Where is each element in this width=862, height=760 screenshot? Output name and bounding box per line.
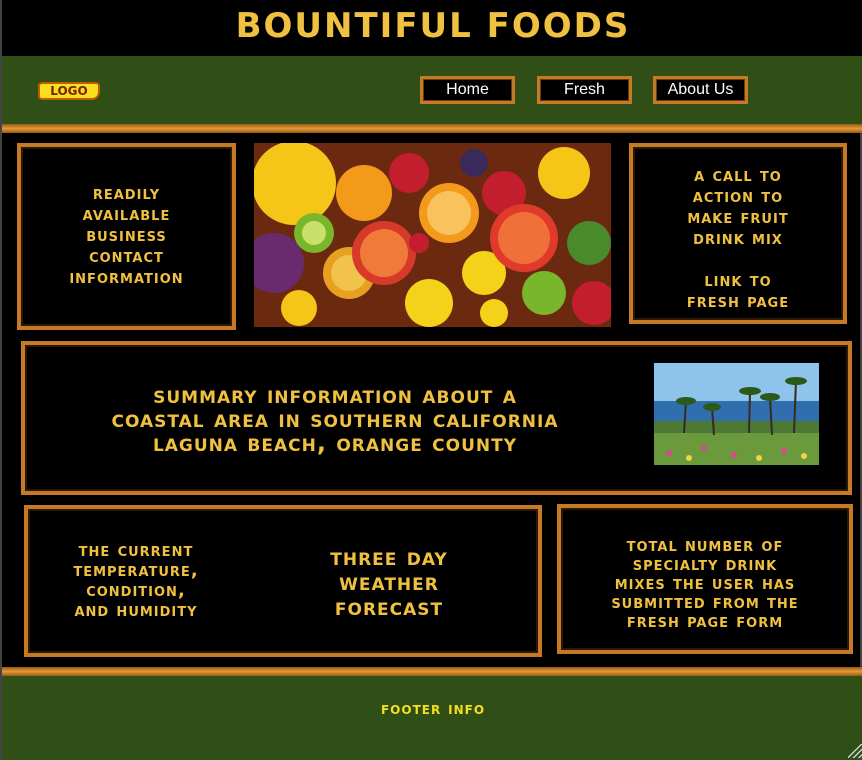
summary-line: coastal area in southern California	[111, 405, 559, 433]
cta-line: drink mix	[693, 228, 783, 249]
footer-text: Footer Info	[380, 699, 486, 719]
contact-line: Information	[69, 267, 184, 288]
drink-count-line: specialty drink	[632, 554, 778, 575]
current-weather-line: condition,	[86, 580, 186, 601]
nav-about-button[interactable]: About Us	[653, 76, 748, 104]
contact-info-panel: Readily Available Business Contact Infor…	[17, 143, 236, 330]
nav-fresh-button[interactable]: Fresh	[537, 76, 632, 104]
fresh-page-link-line[interactable]: Link to	[639, 270, 837, 291]
forecast-line: Three Day	[330, 543, 448, 571]
current-weather-line: and humidity	[74, 600, 198, 621]
page: Bountiful Foods LOGO Home Fresh About Us…	[0, 0, 862, 760]
summary-line: Summary information about a	[153, 381, 517, 409]
weather-panel: The current temperature, condition, and …	[24, 505, 542, 657]
contact-line: Contact	[89, 246, 164, 267]
cta-spacer	[639, 249, 837, 270]
contact-line: Business	[86, 225, 167, 246]
forecast-line: weather	[339, 568, 439, 596]
divider-bottom	[2, 667, 862, 676]
summary-line: Laguna Beach, Orange County	[152, 429, 518, 457]
summary-panel: Summary information about a coastal area…	[21, 341, 852, 495]
drink-count-panel: Total number of specialty drink mixes th…	[557, 504, 853, 654]
cta-line: action to	[692, 186, 784, 207]
beach-image	[654, 363, 819, 465]
main-nav: LOGO Home Fresh About Us	[2, 56, 862, 124]
current-weather-line: The current	[78, 540, 194, 561]
logo[interactable]: LOGO	[38, 82, 100, 100]
drink-count-line: fresh page form	[626, 611, 784, 632]
contact-line: Available	[82, 204, 171, 225]
summary-text: Summary information about a coastal area…	[45, 383, 625, 455]
drink-count-line: submitted from the	[611, 592, 799, 613]
divider-top	[2, 124, 862, 133]
contact-line: Readily	[92, 183, 161, 204]
current-weather-text: The current temperature, condition, and …	[36, 541, 236, 621]
drink-count-line: Total number of	[626, 535, 784, 556]
fruit-image	[254, 143, 611, 327]
forecast-line: forecast	[334, 593, 444, 621]
site-footer: Footer Info	[2, 676, 862, 760]
forecast-text: Three Day weather forecast	[274, 545, 504, 620]
nav-home-button[interactable]: Home	[420, 76, 515, 104]
resize-grip-icon[interactable]	[848, 744, 862, 758]
cta-line: A call to	[694, 165, 782, 186]
fresh-page-link-line[interactable]: Fresh page	[639, 291, 837, 312]
call-to-action-panel: A call to action to make fruit drink mix…	[629, 143, 847, 324]
current-weather-line: temperature,	[73, 560, 199, 581]
site-header: Bountiful Foods	[2, 0, 862, 56]
drink-count-line: mixes the user has	[614, 573, 796, 594]
site-title: Bountiful Foods	[235, 6, 631, 46]
cta-line: make fruit	[687, 207, 789, 228]
